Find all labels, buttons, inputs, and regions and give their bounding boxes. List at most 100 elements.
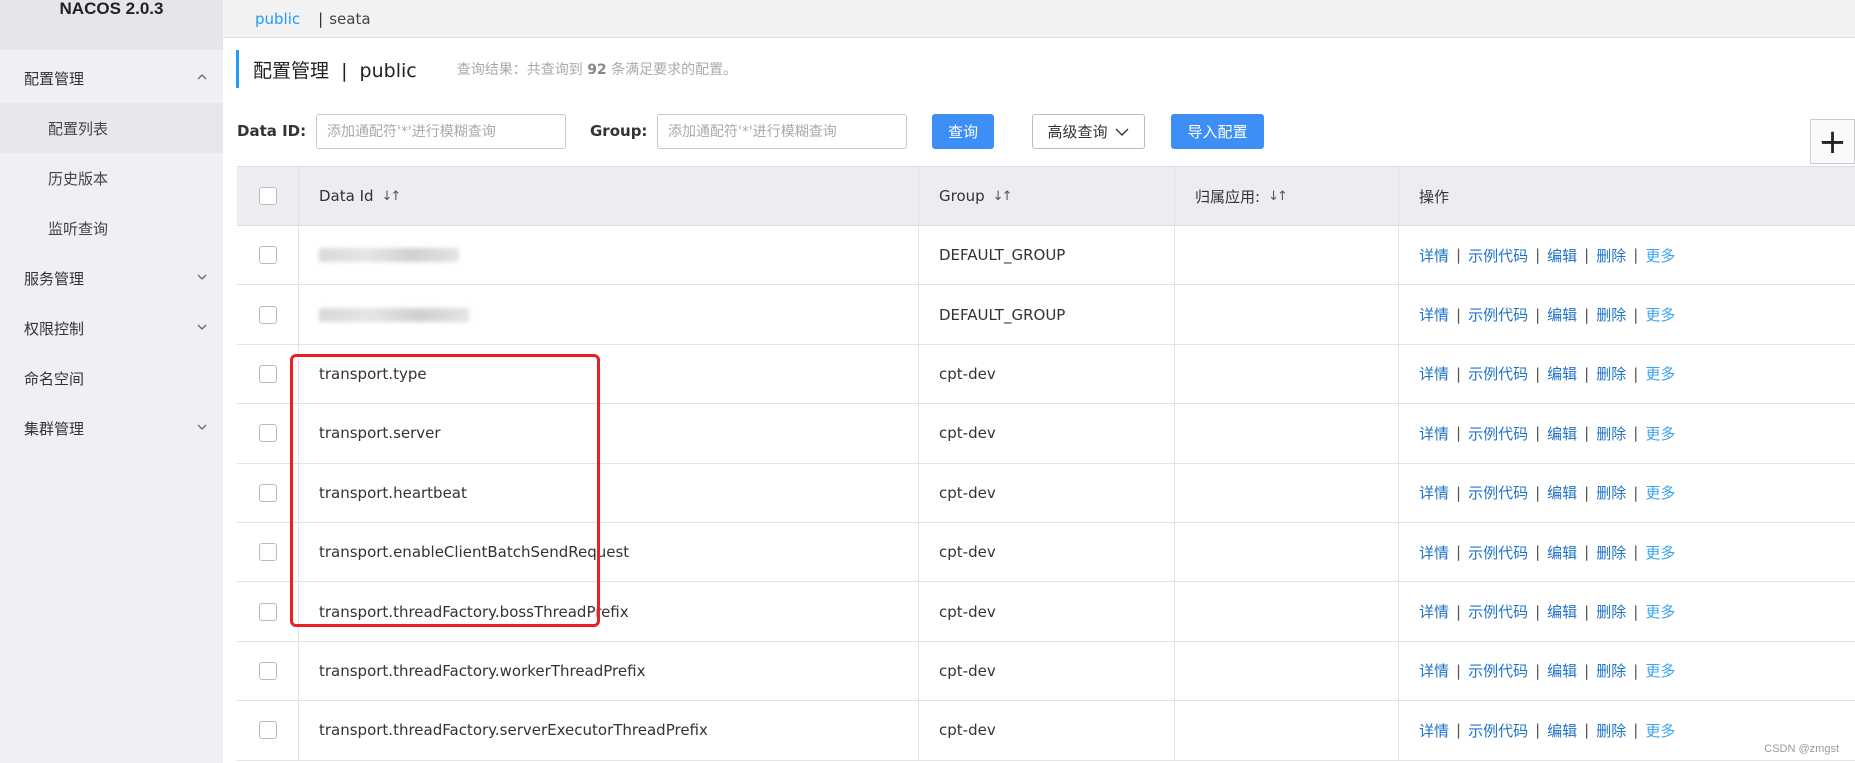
row-checkbox[interactable] bbox=[258, 246, 277, 265]
detail-link[interactable]: 详情 bbox=[1419, 542, 1449, 563]
sidebar-item-namespace[interactable]: 命名空间 bbox=[0, 353, 223, 403]
detail-link[interactable]: 详情 bbox=[1419, 363, 1449, 384]
row-select[interactable] bbox=[237, 522, 299, 582]
table-row: transport.heartbeat cpt-dev 详情 | 示例代码 | 编辑… bbox=[237, 463, 1855, 523]
row-select[interactable] bbox=[237, 226, 299, 285]
app-cell bbox=[1175, 404, 1399, 463]
header-group[interactable]: Group ↓↑ bbox=[919, 167, 1175, 225]
sidebar-item-config-management[interactable]: 配置管理 bbox=[0, 53, 223, 103]
delete-link[interactable]: 删除 bbox=[1596, 363, 1626, 384]
edit-link[interactable]: 编辑 bbox=[1547, 245, 1577, 266]
header-app[interactable]: 归属应用: ↓↑ bbox=[1175, 167, 1399, 225]
delete-link[interactable]: 删除 bbox=[1596, 720, 1626, 741]
row-select[interactable] bbox=[237, 404, 299, 463]
data-id-cell-text[interactable]: transport.heartbeat bbox=[319, 484, 467, 502]
more-link[interactable]: 更多 bbox=[1645, 542, 1675, 563]
header-data-id[interactable]: Data Id ↓↑ bbox=[299, 167, 919, 225]
group-input[interactable] bbox=[657, 114, 907, 149]
sample-code-link[interactable]: 示例代码 bbox=[1468, 423, 1528, 444]
edit-link[interactable]: 编辑 bbox=[1547, 304, 1577, 325]
edit-link[interactable]: 编辑 bbox=[1547, 482, 1577, 503]
more-link[interactable]: 更多 bbox=[1645, 660, 1675, 681]
row-select[interactable] bbox=[237, 701, 299, 760]
advanced-query-button[interactable]: 高级查询 bbox=[1032, 114, 1145, 149]
sort-icon[interactable]: ↓↑ bbox=[1268, 189, 1288, 204]
row-checkbox[interactable] bbox=[258, 483, 277, 502]
detail-link[interactable]: 详情 bbox=[1419, 245, 1449, 266]
header-select-all[interactable] bbox=[237, 167, 299, 225]
more-link[interactable]: 更多 bbox=[1645, 601, 1675, 622]
more-link[interactable]: 更多 bbox=[1645, 423, 1675, 444]
sample-code-link[interactable]: 示例代码 bbox=[1468, 482, 1528, 503]
edit-link[interactable]: 编辑 bbox=[1547, 363, 1577, 384]
edit-link[interactable]: 编辑 bbox=[1547, 720, 1577, 741]
group-cell: cpt-dev bbox=[919, 522, 1175, 582]
more-link[interactable]: 更多 bbox=[1645, 363, 1675, 384]
delete-link[interactable]: 删除 bbox=[1596, 304, 1626, 325]
edit-link[interactable]: 编辑 bbox=[1547, 601, 1577, 622]
more-link[interactable]: 更多 bbox=[1645, 720, 1675, 741]
detail-link[interactable]: 详情 bbox=[1419, 482, 1449, 503]
more-link[interactable]: 更多 bbox=[1645, 482, 1675, 503]
sidebar-item-config-list[interactable]: 配置列表 bbox=[0, 103, 223, 153]
delete-link[interactable]: 删除 bbox=[1596, 423, 1626, 444]
edit-link[interactable]: 编辑 bbox=[1547, 423, 1577, 444]
row-checkbox[interactable] bbox=[258, 721, 277, 740]
ops-cell: 详情 | 示例代码 | 编辑 | 删除 | 更多 bbox=[1419, 245, 1676, 266]
sample-code-link[interactable]: 示例代码 bbox=[1468, 601, 1528, 622]
config-table: Data Id ↓↑ Group ↓↑ 归属应用: ↓↑ 操作 DEFAULT_GRO… bbox=[237, 166, 1855, 761]
edit-link[interactable]: 编辑 bbox=[1547, 542, 1577, 563]
query-button[interactable]: 查询 bbox=[932, 114, 994, 149]
delete-link[interactable]: 删除 bbox=[1596, 660, 1626, 681]
sidebar-item-listener-query[interactable]: 监听查询 bbox=[0, 203, 223, 253]
more-link[interactable]: 更多 bbox=[1645, 245, 1675, 266]
sidebar-item-service-management[interactable]: 服务管理 bbox=[0, 253, 223, 303]
namespace-public[interactable]: public bbox=[255, 10, 300, 28]
data-id-cell-text[interactable]: transport.server bbox=[319, 424, 441, 442]
row-select[interactable] bbox=[237, 641, 299, 701]
data-id-cell-text[interactable]: transport.enableClientBatchSendRequest bbox=[319, 543, 629, 561]
row-checkbox[interactable] bbox=[258, 305, 277, 324]
sidebar-item-history[interactable]: 历史版本 bbox=[0, 153, 223, 203]
data-id-cell-text[interactable]: transport.type bbox=[319, 365, 427, 383]
edit-link[interactable]: 编辑 bbox=[1547, 660, 1577, 681]
sidebar-item-cluster-management[interactable]: 集群管理 bbox=[0, 403, 223, 453]
sample-code-link[interactable]: 示例代码 bbox=[1468, 720, 1528, 741]
detail-link[interactable]: 详情 bbox=[1419, 660, 1449, 681]
sort-icon[interactable]: ↓↑ bbox=[382, 189, 402, 204]
row-select[interactable] bbox=[237, 344, 299, 404]
sample-code-link[interactable]: 示例代码 bbox=[1468, 363, 1528, 384]
ops-cell: 详情 | 示例代码 | 编辑 | 删除 | 更多 bbox=[1419, 363, 1676, 384]
data-id-cell-text[interactable]: transport.threadFactory.bossThreadPrefix bbox=[319, 603, 629, 621]
sample-code-link[interactable]: 示例代码 bbox=[1468, 660, 1528, 681]
add-config-button[interactable]: + bbox=[1810, 119, 1855, 164]
row-select[interactable] bbox=[237, 582, 299, 641]
detail-link[interactable]: 详情 bbox=[1419, 304, 1449, 325]
import-config-button[interactable]: 导入配置 bbox=[1171, 114, 1264, 149]
delete-link[interactable]: 删除 bbox=[1596, 601, 1626, 622]
row-select[interactable] bbox=[237, 463, 299, 522]
sample-code-link[interactable]: 示例代码 bbox=[1468, 245, 1528, 266]
sort-icon[interactable]: ↓↑ bbox=[993, 189, 1013, 204]
row-checkbox[interactable] bbox=[258, 424, 277, 443]
sample-code-link[interactable]: 示例代码 bbox=[1468, 304, 1528, 325]
row-checkbox[interactable] bbox=[258, 602, 277, 621]
row-checkbox[interactable] bbox=[258, 661, 277, 680]
select-all-checkbox[interactable] bbox=[258, 187, 277, 205]
row-select[interactable] bbox=[237, 285, 299, 344]
more-link[interactable]: 更多 bbox=[1645, 304, 1675, 325]
data-id-cell-text[interactable]: transport.threadFactory.serverExecutorTh… bbox=[319, 721, 708, 739]
detail-link[interactable]: 详情 bbox=[1419, 601, 1449, 622]
sample-code-link[interactable]: 示例代码 bbox=[1468, 542, 1528, 563]
detail-link[interactable]: 详情 bbox=[1419, 720, 1449, 741]
row-checkbox[interactable] bbox=[258, 364, 277, 383]
namespace-seata[interactable]: seata bbox=[329, 10, 370, 28]
detail-link[interactable]: 详情 bbox=[1419, 423, 1449, 444]
delete-link[interactable]: 删除 bbox=[1596, 245, 1626, 266]
data-id-cell-text[interactable]: transport.threadFactory.workerThreadPref… bbox=[319, 662, 645, 680]
sidebar-item-access-control[interactable]: 权限控制 bbox=[0, 303, 223, 353]
row-checkbox[interactable] bbox=[258, 543, 277, 562]
delete-link[interactable]: 删除 bbox=[1596, 542, 1626, 563]
data-id-input[interactable] bbox=[316, 114, 566, 149]
delete-link[interactable]: 删除 bbox=[1596, 482, 1626, 503]
